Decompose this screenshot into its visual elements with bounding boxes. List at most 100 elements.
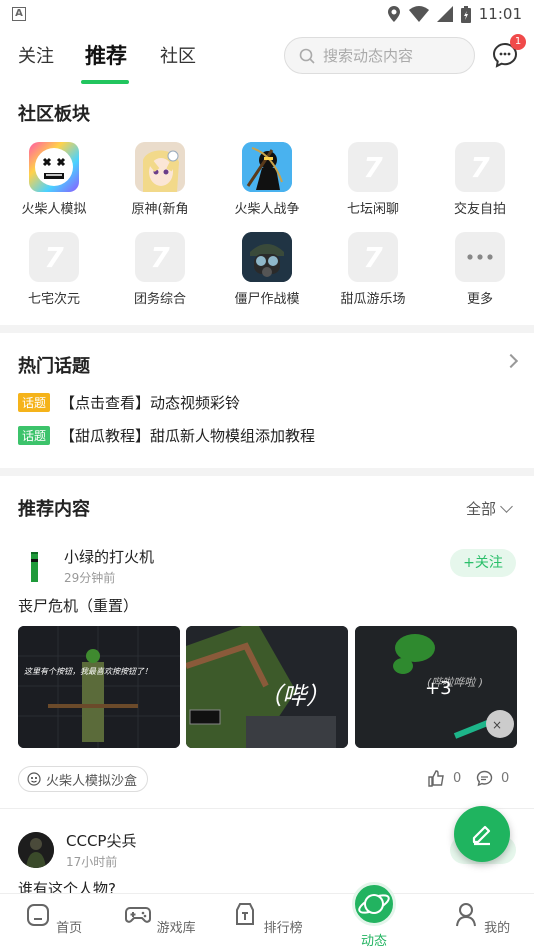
board-item[interactable]: 7 甜瓜游乐场: [323, 232, 423, 307]
board-label: 原神(新角: [131, 202, 189, 217]
stickman-face-icon: [29, 142, 79, 192]
chevron-down-icon: [500, 499, 513, 513]
avatar: [18, 832, 54, 868]
battery-icon: [460, 5, 471, 23]
filter-dropdown[interactable]: 全部: [466, 498, 513, 519]
board-item[interactable]: 火柴人模拟: [4, 142, 104, 217]
home-icon: [26, 904, 49, 926]
board-label: 交友自拍: [453, 202, 506, 217]
message-badge: 1: [510, 34, 526, 50]
board-item-more[interactable]: 更多: [430, 232, 530, 307]
post-image[interactable]: 这里有个按钮，我最喜欢按按钮了！: [18, 626, 180, 748]
status-bar: A 11:01: [0, 0, 534, 28]
comment-icon: [476, 770, 493, 787]
author-name: CCCP尖兵: [66, 832, 137, 850]
tab-recommend[interactable]: 推荐: [85, 40, 127, 70]
board-item[interactable]: 7 七坛闲聊: [323, 142, 423, 217]
community-section-title: 社区板块: [18, 104, 90, 125]
search-icon: [299, 48, 315, 64]
tab-community[interactable]: 社区: [160, 42, 196, 68]
bottom-nav: 首页 游戏库 排行榜 动态 我的: [0, 882, 534, 950]
image-caption: 这里有个按钮，我最喜欢按按钮了！: [24, 667, 152, 676]
planet-icon: [358, 894, 390, 914]
more-dots-icon: [455, 232, 505, 282]
nav-feed-bubble: [352, 882, 396, 926]
follow-button[interactable]: +关注: [450, 549, 516, 577]
board-item[interactable]: 7 团务综合: [110, 232, 210, 307]
topic-item[interactable]: 话题 【甜瓜教程】甜瓜新人物模组添加教程: [18, 425, 315, 446]
gasmask-soldier-icon: [242, 232, 292, 282]
board-item[interactable]: 原神(新角: [110, 142, 210, 217]
like-count: 0: [453, 771, 462, 786]
board-label: 更多: [466, 292, 493, 307]
top-nav: 关注 推荐 社区 搜索动态内容 1: [0, 34, 534, 84]
app-notification-icon: A: [12, 7, 26, 21]
board-label: 团务综合: [133, 292, 186, 307]
post-image[interactable]: （哔）: [186, 626, 348, 748]
game-tag[interactable]: 火柴人模拟沙盒: [18, 766, 149, 792]
post-author[interactable]: 小绿的打火机 29分钟前: [18, 546, 154, 586]
search-input[interactable]: 搜索动态内容: [284, 37, 475, 74]
board-item[interactable]: 7 交友自拍: [430, 142, 530, 217]
board-item[interactable]: 7 七宅次元: [4, 232, 104, 307]
stick-war-icon: [242, 142, 292, 192]
thumbs-up-icon: [428, 770, 444, 787]
board-item[interactable]: 僵尸作战模: [217, 232, 317, 307]
seven-logo-icon: 7: [348, 232, 398, 282]
wifi-icon: [408, 6, 429, 22]
active-tab-indicator: [81, 80, 129, 84]
nav-home[interactable]: 首页: [13, 900, 93, 936]
section-divider: [0, 468, 534, 476]
author-name: 小绿的打火机: [64, 548, 155, 566]
like-button[interactable]: 0: [428, 770, 461, 787]
genshin-character-icon: [135, 142, 185, 192]
location-icon: [387, 6, 400, 22]
tab-follow[interactable]: 关注: [18, 42, 54, 68]
recommended-title: 推荐内容: [18, 499, 90, 520]
post-time: 17小时前: [66, 855, 118, 869]
comment-button[interactable]: 0: [476, 770, 509, 787]
clock: 11:01: [478, 5, 522, 23]
avatar: [18, 549, 52, 583]
smiley-icon: [27, 772, 41, 786]
pencil-icon: [472, 825, 491, 846]
profile-icon: [455, 903, 476, 927]
compose-button[interactable]: [454, 806, 510, 862]
nav-profile[interactable]: 我的: [441, 900, 521, 936]
post-time: 29分钟前: [64, 571, 116, 585]
post-author[interactable]: CCCP尖兵 17小时前: [18, 830, 136, 870]
svg-text:×: ×: [492, 718, 502, 732]
topic-text: 【点击查看】动态视频彩铃: [60, 394, 241, 412]
seven-logo-icon: 7: [348, 142, 398, 192]
signal-icon: [436, 6, 453, 22]
topic-text: 【甜瓜教程】甜瓜新人物模组添加教程: [60, 427, 316, 445]
nav-game-library[interactable]: 游戏库: [120, 900, 200, 936]
seven-logo-icon: 7: [455, 142, 505, 192]
nav-ranking[interactable]: 排行榜: [227, 900, 307, 936]
nav-label: 排行榜: [263, 921, 303, 936]
board-item[interactable]: 火柴人战争: [217, 142, 317, 217]
comment-count: 0: [501, 771, 510, 786]
nav-label: 动态: [360, 934, 387, 949]
ranking-icon: [236, 903, 255, 925]
post-divider: [0, 808, 534, 809]
post-text[interactable]: 丧尸危机（重置）: [18, 595, 138, 616]
section-divider: [0, 325, 534, 333]
nav-feed[interactable]: 动态: [334, 930, 414, 949]
board-label: 僵尸作战模: [234, 292, 300, 307]
post-image[interactable]: × (哔啦哗啦 ) +3: [355, 626, 517, 748]
filter-label: 全部: [466, 500, 497, 518]
nav-label: 我的: [484, 921, 511, 936]
search-placeholder: 搜索动态内容: [323, 47, 414, 65]
topic-tag: 话题: [18, 393, 51, 412]
board-label: 火柴人模拟: [21, 202, 87, 217]
topic-item[interactable]: 话题 【点击查看】动态视频彩铃: [18, 392, 240, 413]
gamepad-icon: [125, 907, 152, 923]
topic-tag: 话题: [18, 426, 51, 445]
nav-label: 游戏库: [156, 921, 196, 936]
chevron-right-icon[interactable]: [503, 353, 519, 369]
seven-logo-icon: 7: [29, 232, 79, 282]
game-name: 火柴人模拟沙盒: [46, 773, 138, 789]
board-label: 七坛闲聊: [346, 202, 399, 217]
hot-topics-title: 热门话题: [18, 356, 90, 377]
